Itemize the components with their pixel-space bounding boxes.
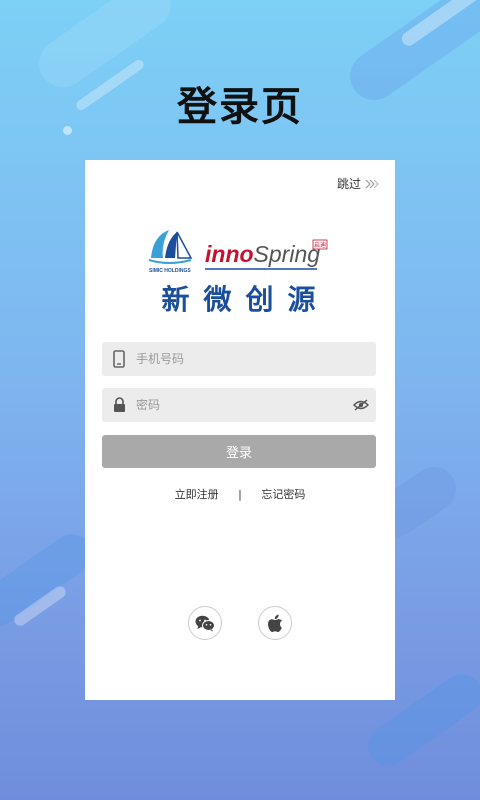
lock-icon <box>102 397 136 413</box>
wechat-icon <box>195 615 215 631</box>
toggle-visibility-button[interactable] <box>346 399 376 411</box>
sail-logo-icon: SIMIC HOLDINGS innoSpring 启迪 <box>148 230 328 274</box>
seal-text: 启迪 <box>314 241 326 249</box>
apple-login-button[interactable] <box>258 606 292 640</box>
phone-icon <box>102 350 136 368</box>
login-card: 跳过 SIMIC HOLDINGS innoSpring 启迪 新微创源 手机号… <box>85 160 395 700</box>
password-field[interactable] <box>102 388 376 422</box>
skip-label: 跳过 <box>336 177 361 191</box>
forgot-password-link[interactable]: 忘记密码 <box>261 486 305 502</box>
apple-icon <box>268 614 282 632</box>
register-link[interactable]: 立即注册 <box>175 486 219 502</box>
skip-button[interactable]: 跳过 <box>337 175 379 192</box>
brand-logo: SIMIC HOLDINGS innoSpring 启迪 新微创源 <box>147 228 337 318</box>
auth-links: 立即注册 | 忘记密码 <box>85 486 395 502</box>
link-separator: | <box>238 488 242 501</box>
page-title: 登录页 <box>177 84 303 130</box>
double-chevron-right-icon <box>365 179 379 188</box>
brand-en-text: innoSpring <box>205 241 320 267</box>
phone-field[interactable] <box>102 342 376 376</box>
phone-input[interactable] <box>136 352 376 366</box>
wechat-login-button[interactable] <box>188 606 222 640</box>
login-button[interactable]: 登录 <box>102 435 376 468</box>
holdings-text: SIMIC HOLDINGS <box>149 268 191 274</box>
brand-cn-text: 新微创源 <box>161 283 330 316</box>
eye-off-icon <box>353 399 369 411</box>
password-input[interactable] <box>136 398 346 412</box>
